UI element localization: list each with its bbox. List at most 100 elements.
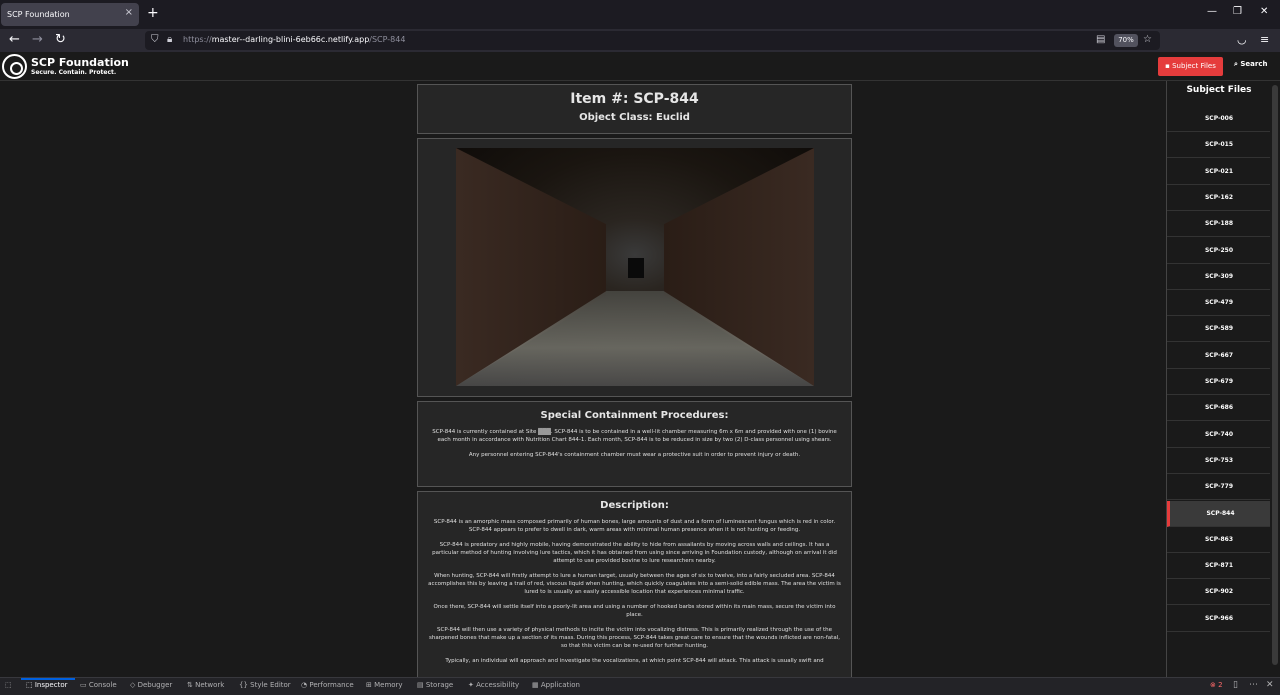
lock-icon[interactable]: 🔒︎ <box>167 34 172 45</box>
forward-icon[interactable]: → <box>32 32 43 47</box>
page-scrollbar[interactable] <box>1270 81 1280 677</box>
devtools-tab-icon: ✦ <box>468 681 477 689</box>
sidebar-item-scp-779[interactable]: SCP-779 <box>1167 474 1270 501</box>
sidebar-item-scp-188[interactable]: SCP-188 <box>1167 211 1270 238</box>
sidebar-item-scp-015[interactable]: SCP-015 <box>1167 132 1270 159</box>
containment-heading: Special Containment Procedures: <box>540 410 729 421</box>
sidebar-item-scp-753[interactable]: SCP-753 <box>1167 448 1270 474</box>
sidebar-item-scp-589[interactable]: SCP-589 <box>1167 316 1270 343</box>
devtools-tab-accessibility[interactable]: ✦ Accessibility <box>468 681 519 689</box>
devtools-tab-icon: ⊞ <box>366 681 375 689</box>
description-paragraph: SCP-844 is predatory and highly mobile, … <box>432 542 837 564</box>
description-panel: Description: SCP-844 is an amorphic mass… <box>417 491 852 677</box>
devtools-toolbar: ⬚ ⬚ Inspector ▭ Console ◇ Debugger ⇅ Networ… <box>0 677 1280 695</box>
item-number: Item #: SCP-844 <box>570 91 699 107</box>
sidebar-item-scp-740[interactable]: SCP-740 <box>1167 422 1270 448</box>
pick-element-icon[interactable]: ⬚ <box>5 681 12 689</box>
zoom-level[interactable]: 70% <box>1114 34 1138 47</box>
close-devtools-icon[interactable]: ✕ <box>1266 680 1274 690</box>
devtools-tab-performance[interactable]: ◔ Performance <box>301 681 354 689</box>
object-class: Object Class: Euclid <box>579 112 690 123</box>
sidebar-item-scp-844[interactable]: SCP-844 <box>1167 500 1270 527</box>
scroll-thumb[interactable] <box>1272 85 1278 665</box>
options-icon[interactable]: ⋯ <box>1249 680 1258 690</box>
close-tab-icon[interactable]: × <box>125 7 133 18</box>
devtools-tab-debugger[interactable]: ◇ Debugger <box>130 681 172 689</box>
description-paragraph: SCP-844 will then use a variety of physi… <box>429 627 840 649</box>
sidebar-item-scp-871[interactable]: SCP-871 <box>1167 553 1270 580</box>
new-tab-button[interactable]: + <box>147 5 159 21</box>
subject-files-label: Subject Files <box>1172 62 1216 70</box>
sidebar-item-scp-250[interactable]: SCP-250 <box>1167 238 1270 264</box>
devtools-tab-label: Inspector <box>34 681 68 689</box>
dock-icon[interactable]: ▯ <box>1233 680 1238 690</box>
devtools-tab-label: Application <box>540 681 580 689</box>
devtools-tab-inspector[interactable]: ⬚ Inspector <box>26 681 68 689</box>
sidebar-item-scp-902[interactable]: SCP-902 <box>1167 579 1270 606</box>
devtools-tab-label: Debugger <box>137 681 173 689</box>
minimize-icon[interactable]: — <box>1207 6 1217 17</box>
pocket-icon[interactable]: ◡ <box>1237 33 1247 46</box>
browser-tab[interactable]: SCP Foundation × <box>1 3 139 26</box>
devtools-tab-memory[interactable]: ⊞ Memory <box>366 681 403 689</box>
menu-icon[interactable]: ≡ <box>1260 33 1269 46</box>
subject-files-sidebar: Subject Files SCP-006 SCP-015 SCP-021 SCP-1… <box>1166 81 1270 677</box>
devtools-tab-label: Accessibility <box>476 681 520 689</box>
sidebar-item-scp-309[interactable]: SCP-309 <box>1167 264 1270 290</box>
sidebar-item-scp-863[interactable]: SCP-863 <box>1167 527 1270 553</box>
tab-title: SCP Foundation <box>7 10 70 19</box>
devtools-tab-label: Style Editor <box>250 681 291 689</box>
sidebar-item-scp-021[interactable]: SCP-021 <box>1167 159 1270 185</box>
tab-bar: SCP Foundation × + — ❐ ✕ <box>0 0 1280 29</box>
nav-bar: ← → ↻ ⛉ 🔒︎ https://master--darling-blini… <box>0 29 1280 52</box>
sidebar-item-scp-686[interactable]: SCP-686 <box>1167 395 1270 422</box>
url-host: master--darling-blini-6eb66c.netlify.app <box>211 35 370 44</box>
sidebar-item-scp-006[interactable]: SCP-006 <box>1167 106 1270 132</box>
search-button[interactable]: ⌕ Search <box>1234 60 1267 69</box>
back-icon[interactable]: ← <box>9 32 20 47</box>
restore-icon[interactable]: ❐ <box>1233 6 1242 17</box>
sidebar-item-scp-966[interactable]: SCP-966 <box>1167 606 1270 632</box>
reader-view-icon[interactable]: ▤ <box>1096 34 1105 45</box>
active-tab-indicator <box>21 678 75 680</box>
corridor-image <box>456 148 814 386</box>
sidebar-item-scp-667[interactable]: SCP-667 <box>1167 343 1270 369</box>
site-tagline: Secure. Contain. Protect. <box>31 69 117 76</box>
devtools-tab-icon: ⬚ <box>26 681 35 689</box>
url-path: /SCP-844 <box>369 35 406 44</box>
site-title[interactable]: SCP Foundation <box>31 56 129 69</box>
devtools-tab-label: Memory <box>374 681 403 689</box>
devtools-tab-icon: ▦ <box>532 681 541 689</box>
devtools-tab-network[interactable]: ⇅ Network <box>187 681 224 689</box>
devtools-tab-console[interactable]: ▭ Console <box>80 681 117 689</box>
main-content: Item #: SCP-844 Object Class: Euclid Spe… <box>0 81 1166 677</box>
site-header: SCP Foundation Secure. Contain. Protect.… <box>0 52 1280 81</box>
sidebar-item-scp-479[interactable]: SCP-479 <box>1167 290 1270 317</box>
close-window-icon[interactable]: ✕ <box>1260 6 1268 17</box>
title-panel: Item #: SCP-844 Object Class: Euclid <box>417 84 852 134</box>
error-count-value: 2 <box>1218 681 1223 689</box>
url-bar[interactable]: ⛉ 🔒︎ https://master--darling-blini-6eb66… <box>145 31 1160 50</box>
sidebar-title: Subject Files <box>1186 85 1252 95</box>
devtools-tab-label: Network <box>195 681 225 689</box>
devtools-tab-icon: ▤ <box>417 681 426 689</box>
scp-logo-icon[interactable] <box>2 54 27 79</box>
devtools-tab-storage[interactable]: ▤ Storage <box>417 681 453 689</box>
containment-paragraph-2: Any personnel entering SCP-844's contain… <box>468 452 801 458</box>
devtools-tab-icon: ⇅ <box>187 681 196 689</box>
reload-icon[interactable]: ↻ <box>55 32 66 47</box>
devtools-tab-icon: ◇ <box>130 681 138 689</box>
devtools-tab-style-editor[interactable]: {} Style Editor <box>239 681 291 689</box>
error-count[interactable]: ⊗ 2 <box>1210 681 1223 689</box>
bookmark-star-icon[interactable]: ☆ <box>1143 34 1152 45</box>
description-paragraph: Typically, an individual will approach a… <box>445 658 824 664</box>
subject-files-button[interactable]: ▪ Subject Files <box>1158 57 1223 76</box>
description-paragraph: Once there, SCP-844 will settle itself i… <box>433 604 836 618</box>
devtools-tab-application[interactable]: ▦ Application <box>532 681 580 689</box>
shield-icon[interactable]: ⛉ <box>151 34 159 45</box>
containment-paragraph-1: SCP-844 is currently contained at Site █… <box>432 429 837 443</box>
sidebar-item-scp-679[interactable]: SCP-679 <box>1167 369 1270 395</box>
url-text[interactable]: https://master--darling-blini-6eb66c.net… <box>183 35 405 44</box>
sidebar-item-scp-162[interactable]: SCP-162 <box>1167 185 1270 211</box>
url-scheme: https:// <box>183 35 212 44</box>
